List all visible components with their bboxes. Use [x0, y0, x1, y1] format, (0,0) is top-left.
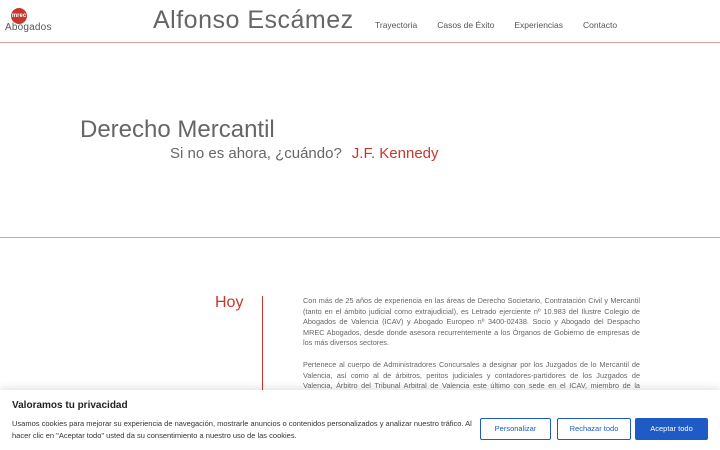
site-header: mrec mrec Abogados Alfonso Escámez Traye… [0, 0, 720, 43]
bio-paragraph-1: Con más de 25 años de experiencia en las… [303, 296, 640, 348]
site-title[interactable]: Alfonso Escámez [153, 6, 354, 35]
nav-item-trayectoria[interactable]: Trayectoria [375, 20, 417, 30]
section-label: Hoy [215, 294, 244, 311]
section-divider [262, 296, 263, 396]
accept-all-button[interactable]: Aceptar todo [635, 418, 708, 440]
hero-title: Derecho Mercantil [80, 116, 275, 143]
hero-section: Derecho Mercantil Si no es ahora, ¿cuánd… [0, 44, 720, 238]
nav-item-experiencias[interactable]: Experiencias [514, 20, 563, 30]
nav-item-contacto[interactable]: Contacto [583, 20, 617, 30]
logo-text: Abogados [5, 22, 52, 33]
nav-item-casos-de-exito[interactable]: Casos de Éxito [437, 20, 494, 30]
quote-text: Si no es ahora, ¿cuándo? [170, 145, 342, 162]
quote-author: J.F. Kennedy [351, 145, 439, 162]
main-nav: Trayectoria Casos de Éxito Experiencias … [375, 20, 637, 30]
cookie-text: Usamos cookies para mejorar su experienc… [12, 419, 472, 440]
page: mrec mrec Abogados Alfonso Escámez Traye… [0, 0, 720, 450]
hero-quote: Si no es ahora, ¿cuándo? J.F. Kennedy [170, 145, 439, 162]
site-logo[interactable]: mrec mrec Abogados [5, 8, 53, 34]
reject-all-button[interactable]: Rechazar todo [557, 418, 631, 440]
customize-button[interactable]: Personalizar [480, 418, 551, 440]
cookie-title: Valoramos tu privacidad [12, 400, 128, 411]
cookie-banner: Valoramos tu privacidad Usamos cookies p… [0, 390, 720, 450]
